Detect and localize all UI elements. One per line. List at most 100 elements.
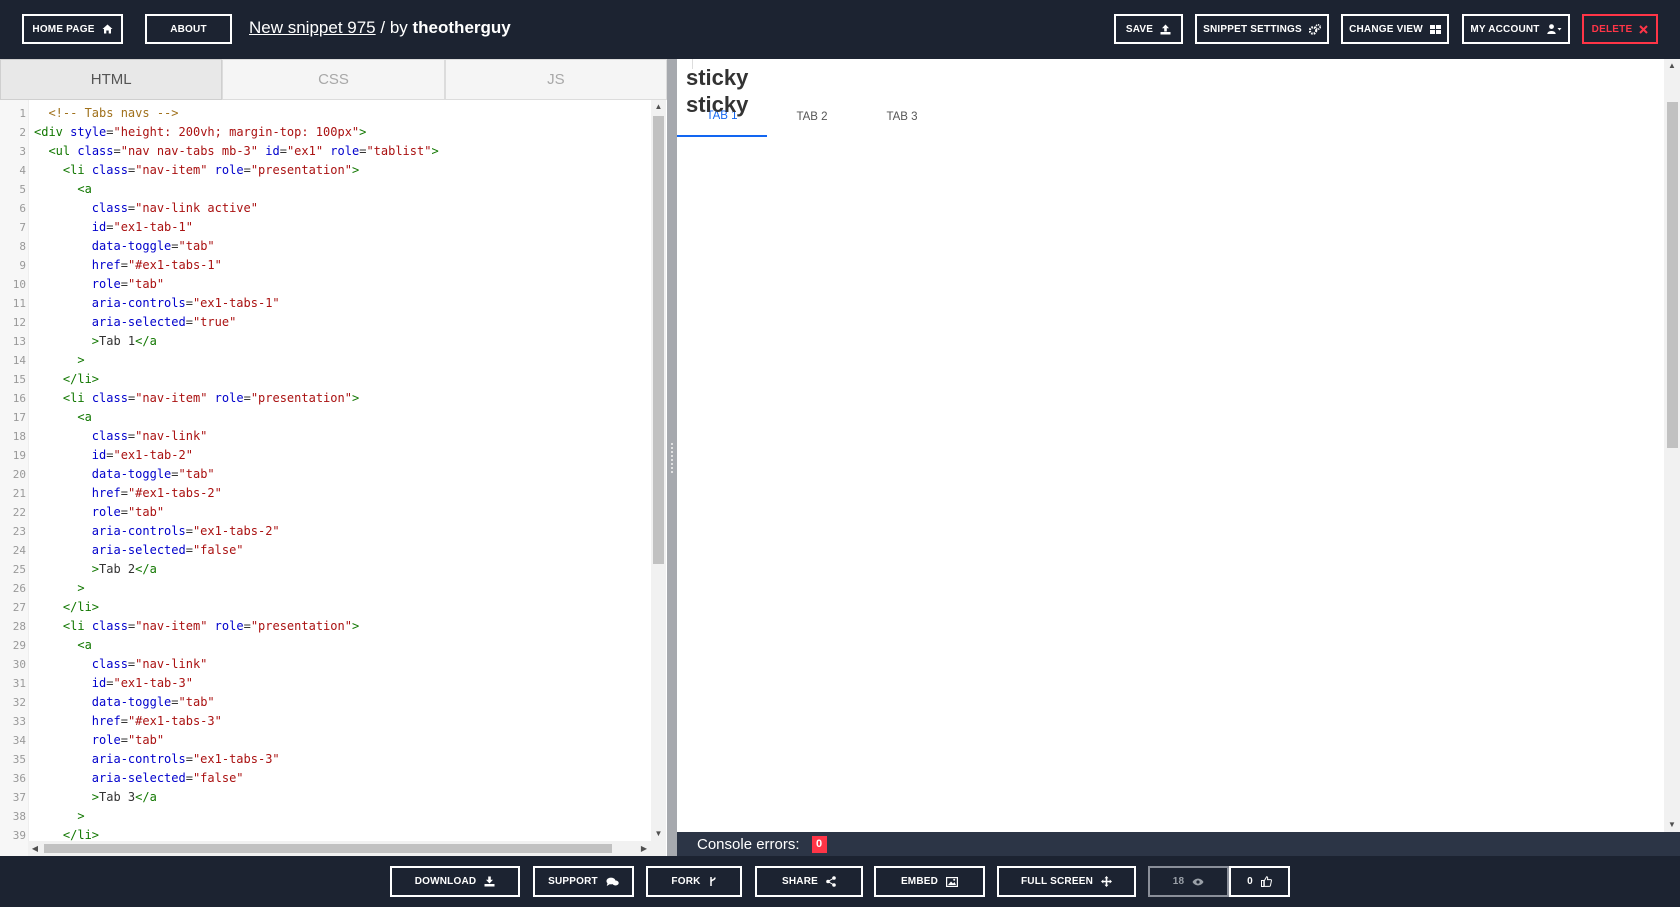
code-line-text[interactable]: role="tab": [34, 275, 164, 294]
code-line-text[interactable]: aria-controls="ex1-tabs-1": [34, 294, 280, 313]
editor-horizontal-scroll-thumb[interactable]: [44, 844, 612, 853]
like-button[interactable]: 0: [1229, 866, 1290, 897]
preview-tab-2[interactable]: TAB 2: [767, 97, 857, 137]
code-line[interactable]: 38 >: [0, 807, 650, 826]
code-line[interactable]: 7 id="ex1-tab-1": [0, 218, 650, 237]
code-line-text[interactable]: >: [34, 807, 84, 826]
code-line[interactable]: 24 aria-selected="false": [0, 541, 650, 560]
save-button[interactable]: SAVE: [1114, 14, 1183, 44]
code-line-text[interactable]: href="#ex1-tabs-2": [34, 484, 222, 503]
code-line[interactable]: 29 <a: [0, 636, 650, 655]
code-line[interactable]: 16 <li class="nav-item" role="presentati…: [0, 389, 650, 408]
snippet-title-link[interactable]: New snippet 975: [249, 18, 376, 37]
preview-tab-3[interactable]: TAB 3: [857, 97, 947, 137]
code-line-text[interactable]: <li class="nav-item" role="presentation"…: [34, 389, 359, 408]
preview-scroll-down-arrow-icon[interactable]: ▼: [1664, 818, 1680, 832]
resize-grip-icon[interactable]: [670, 442, 674, 474]
code-line-text[interactable]: href="#ex1-tabs-3": [34, 712, 222, 731]
fork-button[interactable]: FORK: [646, 866, 742, 897]
tab-html[interactable]: HTML: [0, 59, 223, 100]
code-line-text[interactable]: class="nav-link": [34, 427, 208, 446]
code-line[interactable]: 18 class="nav-link": [0, 427, 650, 446]
support-button[interactable]: SUPPORT: [533, 866, 634, 897]
code-line[interactable]: 26 >: [0, 579, 650, 598]
preview-scroll-thumb[interactable]: [1667, 102, 1678, 448]
code-line-text[interactable]: <div style="height: 200vh; margin-top: 1…: [34, 123, 366, 142]
code-line[interactable]: 12 aria-selected="true": [0, 313, 650, 332]
change-view-button[interactable]: CHANGE VIEW: [1341, 14, 1449, 44]
download-button[interactable]: DOWNLOAD: [390, 866, 520, 897]
scroll-right-arrow-icon[interactable]: ▶: [637, 841, 651, 856]
code-line[interactable]: 37 >Tab 3</a: [0, 788, 650, 807]
code-line-text[interactable]: <li class="nav-item" role="presentation"…: [34, 161, 359, 180]
code-line-text[interactable]: data-toggle="tab": [34, 465, 215, 484]
code-line[interactable]: 3 <ul class="nav nav-tabs mb-3" id="ex1"…: [0, 142, 650, 161]
code-line[interactable]: 25 >Tab 2</a: [0, 560, 650, 579]
code-line-text[interactable]: id="ex1-tab-1": [34, 218, 193, 237]
scroll-down-arrow-icon[interactable]: ▼: [651, 827, 666, 841]
editor-horizontal-scrollbar[interactable]: ◀ ▶: [28, 841, 651, 856]
code-line-text[interactable]: id="ex1-tab-2": [34, 446, 193, 465]
code-line-text[interactable]: role="tab": [34, 731, 164, 750]
code-line[interactable]: 34 role="tab": [0, 731, 650, 750]
code-line[interactable]: 23 aria-controls="ex1-tabs-2": [0, 522, 650, 541]
snippet-settings-button[interactable]: SNIPPET SETTINGS: [1195, 14, 1329, 44]
home-page-button[interactable]: HOME PAGE: [22, 14, 123, 44]
delete-button[interactable]: DELETE: [1582, 14, 1658, 44]
code-line[interactable]: 35 aria-controls="ex1-tabs-3": [0, 750, 650, 769]
code-line[interactable]: 8 data-toggle="tab": [0, 237, 650, 256]
code-line[interactable]: 13 >Tab 1</a: [0, 332, 650, 351]
scroll-left-arrow-icon[interactable]: ◀: [28, 841, 42, 856]
code-line-text[interactable]: >Tab 1</a: [34, 332, 157, 351]
code-line[interactable]: 30 class="nav-link": [0, 655, 650, 674]
code-line[interactable]: 5 <a: [0, 180, 650, 199]
code-line-text[interactable]: aria-controls="ex1-tabs-3": [34, 750, 280, 769]
code-line-text[interactable]: aria-selected="true": [34, 313, 237, 332]
preview-scroll-up-arrow-icon[interactable]: ▲: [1664, 59, 1680, 73]
code-line[interactable]: 32 data-toggle="tab": [0, 693, 650, 712]
code-line[interactable]: 17 <a: [0, 408, 650, 427]
code-line[interactable]: 11 aria-controls="ex1-tabs-1": [0, 294, 650, 313]
code-line-text[interactable]: class="nav-link": [34, 655, 208, 674]
code-line-text[interactable]: <ul class="nav nav-tabs mb-3" id="ex1" r…: [34, 142, 438, 161]
console-errors-bar[interactable]: Console errors: 0: [677, 832, 1680, 856]
code-line[interactable]: 27 </li>: [0, 598, 650, 617]
code-line-text[interactable]: aria-controls="ex1-tabs-2": [34, 522, 280, 541]
code-line[interactable]: 19 id="ex1-tab-2": [0, 446, 650, 465]
code-line-text[interactable]: >: [34, 351, 84, 370]
code-line[interactable]: 20 data-toggle="tab": [0, 465, 650, 484]
code-line-text[interactable]: aria-selected="false": [34, 769, 244, 788]
pane-resize-divider[interactable]: [667, 59, 677, 856]
code-line[interactable]: 6 class="nav-link active": [0, 199, 650, 218]
code-line[interactable]: 33 href="#ex1-tabs-3": [0, 712, 650, 731]
code-line-text[interactable]: <a: [34, 636, 91, 655]
code-line[interactable]: 15 </li>: [0, 370, 650, 389]
code-line[interactable]: 10 role="tab": [0, 275, 650, 294]
code-line[interactable]: 28 <li class="nav-item" role="presentati…: [0, 617, 650, 636]
editor-vertical-scrollbar[interactable]: ▲ ▼: [651, 100, 666, 856]
code-line-text[interactable]: <!-- Tabs navs -->: [34, 104, 178, 123]
code-line-text[interactable]: >Tab 2</a: [34, 560, 157, 579]
code-lines[interactable]: 1 <!-- Tabs navs --> 2 <div style="height:…: [0, 104, 650, 845]
tab-js[interactable]: JS: [444, 59, 667, 100]
code-line-text[interactable]: role="tab": [34, 503, 164, 522]
code-line-text[interactable]: data-toggle="tab": [34, 693, 215, 712]
code-line[interactable]: 2 <div style="height: 200vh; margin-top: …: [0, 123, 650, 142]
code-line[interactable]: 21 href="#ex1-tabs-2": [0, 484, 650, 503]
code-line-text[interactable]: </li>: [34, 598, 99, 617]
code-line-text[interactable]: data-toggle="tab": [34, 237, 215, 256]
code-line[interactable]: 4 <li class="nav-item" role="presentatio…: [0, 161, 650, 180]
code-line[interactable]: 1 <!-- Tabs navs -->: [0, 104, 650, 123]
code-line[interactable]: 22 role="tab": [0, 503, 650, 522]
share-button[interactable]: SHARE: [755, 866, 863, 897]
code-line-text[interactable]: <a: [34, 408, 91, 427]
code-line-text[interactable]: >Tab 3</a: [34, 788, 157, 807]
about-button[interactable]: ABOUT: [145, 14, 232, 44]
code-line-text[interactable]: </li>: [34, 370, 99, 389]
code-line-text[interactable]: class="nav-link active": [34, 199, 258, 218]
code-line-text[interactable]: id="ex1-tab-3": [34, 674, 193, 693]
editor-vertical-scroll-thumb[interactable]: [653, 116, 664, 564]
code-line[interactable]: 14 >: [0, 351, 650, 370]
code-line-text[interactable]: <a: [34, 180, 91, 199]
code-line[interactable]: 36 aria-selected="false": [0, 769, 650, 788]
